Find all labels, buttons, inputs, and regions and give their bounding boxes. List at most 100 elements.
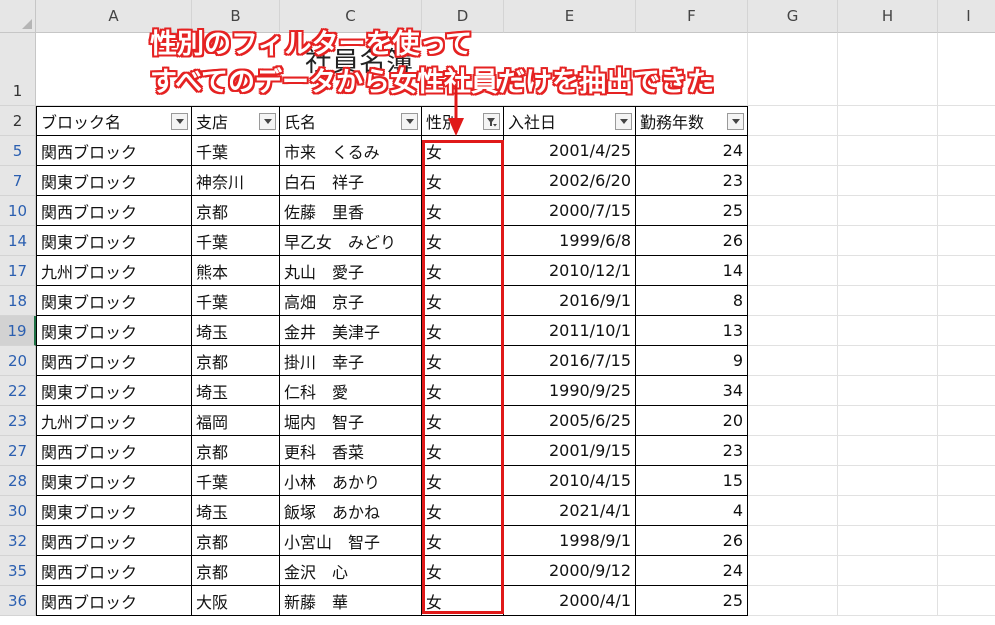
row-header[interactable]: 5 xyxy=(0,136,36,166)
cell-gender[interactable]: 女 xyxy=(422,406,504,436)
empty-cell[interactable] xyxy=(938,376,995,406)
cell-years[interactable]: 4 xyxy=(636,496,748,526)
empty-cell[interactable] xyxy=(938,346,995,376)
row-header[interactable]: 17 xyxy=(0,256,36,286)
cell-date[interactable]: 2021/4/1 xyxy=(504,496,636,526)
cell-gender[interactable]: 女 xyxy=(422,376,504,406)
cell-name[interactable]: 金井 美津子 xyxy=(280,316,422,346)
empty-cell[interactable] xyxy=(938,166,995,196)
empty-cell[interactable] xyxy=(938,526,995,556)
cell-block[interactable]: 関西ブロック xyxy=(36,436,192,466)
empty-cell[interactable] xyxy=(748,106,838,136)
cell-gender[interactable]: 女 xyxy=(422,556,504,586)
empty-cell[interactable] xyxy=(838,466,938,496)
filter-dropdown-button[interactable] xyxy=(401,113,418,130)
empty-cell[interactable] xyxy=(838,496,938,526)
row-header[interactable]: 19 xyxy=(0,316,36,346)
cell-date[interactable]: 2016/7/15 xyxy=(504,346,636,376)
cell-branch[interactable]: 京都 xyxy=(192,196,280,226)
empty-cell[interactable] xyxy=(838,346,938,376)
cell-branch[interactable]: 京都 xyxy=(192,436,280,466)
empty-cell[interactable] xyxy=(748,166,838,196)
empty-cell[interactable] xyxy=(938,466,995,496)
cell-date[interactable]: 2002/6/20 xyxy=(504,166,636,196)
cell-block[interactable]: 関西ブロック xyxy=(36,526,192,556)
cell-branch[interactable]: 京都 xyxy=(192,346,280,376)
cell-name[interactable]: 小宮山 智子 xyxy=(280,526,422,556)
cell-date[interactable]: 2001/4/25 xyxy=(504,136,636,166)
cell-date[interactable]: 1990/9/25 xyxy=(504,376,636,406)
empty-cell[interactable] xyxy=(748,256,838,286)
cell-name[interactable]: 佐藤 里香 xyxy=(280,196,422,226)
cell-branch[interactable]: 神奈川 xyxy=(192,166,280,196)
empty-cell[interactable] xyxy=(748,316,838,346)
empty-cell[interactable] xyxy=(938,106,995,136)
row-header[interactable]: 27 xyxy=(0,436,36,466)
empty-cell[interactable] xyxy=(838,406,938,436)
cell-branch[interactable]: 熊本 xyxy=(192,256,280,286)
empty-cell[interactable] xyxy=(748,406,838,436)
cell-name[interactable]: 金沢 心 xyxy=(280,556,422,586)
filter-dropdown-button[interactable] xyxy=(259,113,276,130)
empty-cell[interactable] xyxy=(748,436,838,466)
empty-cell[interactable] xyxy=(748,33,838,106)
cell-date[interactable]: 2005/6/25 xyxy=(504,406,636,436)
cell-years[interactable]: 9 xyxy=(636,346,748,376)
cell-branch[interactable]: 京都 xyxy=(192,556,280,586)
cell-years[interactable]: 25 xyxy=(636,196,748,226)
empty-cell[interactable] xyxy=(838,256,938,286)
cell-branch[interactable]: 千葉 xyxy=(192,136,280,166)
cell-gender[interactable]: 女 xyxy=(422,256,504,286)
empty-cell[interactable] xyxy=(938,496,995,526)
row-header[interactable]: 36 xyxy=(0,586,36,616)
empty-cell[interactable] xyxy=(748,496,838,526)
cell-gender[interactable]: 女 xyxy=(422,346,504,376)
cell-years[interactable]: 20 xyxy=(636,406,748,436)
cell-block[interactable]: 関西ブロック xyxy=(36,196,192,226)
cell-years[interactable]: 34 xyxy=(636,376,748,406)
empty-cell[interactable] xyxy=(938,286,995,316)
cell-name[interactable]: 掛川 幸子 xyxy=(280,346,422,376)
cell-years[interactable]: 25 xyxy=(636,586,748,616)
empty-cell[interactable] xyxy=(838,436,938,466)
header-cell[interactable]: ブロック名 xyxy=(36,106,192,136)
cell-branch[interactable]: 埼玉 xyxy=(192,496,280,526)
cell-date[interactable]: 2010/4/15 xyxy=(504,466,636,496)
empty-cell[interactable] xyxy=(838,526,938,556)
filter-dropdown-button[interactable] xyxy=(727,113,744,130)
cell-years[interactable]: 26 xyxy=(636,526,748,556)
cell-gender[interactable]: 女 xyxy=(422,436,504,466)
cell-branch[interactable]: 京都 xyxy=(192,526,280,556)
row-header[interactable]: 35 xyxy=(0,556,36,586)
cell-name[interactable]: 仁科 愛 xyxy=(280,376,422,406)
empty-cell[interactable] xyxy=(748,586,838,616)
cell-name[interactable]: 早乙女 みどり xyxy=(280,226,422,256)
empty-cell[interactable] xyxy=(938,196,995,226)
empty-cell[interactable] xyxy=(938,406,995,436)
empty-cell[interactable] xyxy=(838,556,938,586)
empty-cell[interactable] xyxy=(938,436,995,466)
empty-cell[interactable] xyxy=(838,376,938,406)
column-header-g[interactable]: G xyxy=(748,0,838,33)
cell-date[interactable]: 2016/9/1 xyxy=(504,286,636,316)
cell-branch[interactable]: 千葉 xyxy=(192,466,280,496)
cell-block[interactable]: 関西ブロック xyxy=(36,556,192,586)
cell-name[interactable]: 新藤 華 xyxy=(280,586,422,616)
cell-name[interactable]: 堀内 智子 xyxy=(280,406,422,436)
filter-dropdown-button[interactable] xyxy=(171,113,188,130)
empty-cell[interactable] xyxy=(938,136,995,166)
empty-cell[interactable] xyxy=(838,106,938,136)
row-header[interactable]: 20 xyxy=(0,346,36,376)
empty-cell[interactable] xyxy=(938,586,995,616)
cell-branch[interactable]: 千葉 xyxy=(192,226,280,256)
cell-years[interactable]: 23 xyxy=(636,166,748,196)
empty-cell[interactable] xyxy=(748,286,838,316)
cell-block[interactable]: 関東ブロック xyxy=(36,166,192,196)
row-header[interactable]: 18 xyxy=(0,286,36,316)
empty-cell[interactable] xyxy=(748,346,838,376)
cell-gender[interactable]: 女 xyxy=(422,166,504,196)
empty-cell[interactable] xyxy=(748,136,838,166)
filter-active-button[interactable] xyxy=(483,113,500,130)
cell-years[interactable]: 24 xyxy=(636,556,748,586)
cell-name[interactable]: 更科 香菜 xyxy=(280,436,422,466)
